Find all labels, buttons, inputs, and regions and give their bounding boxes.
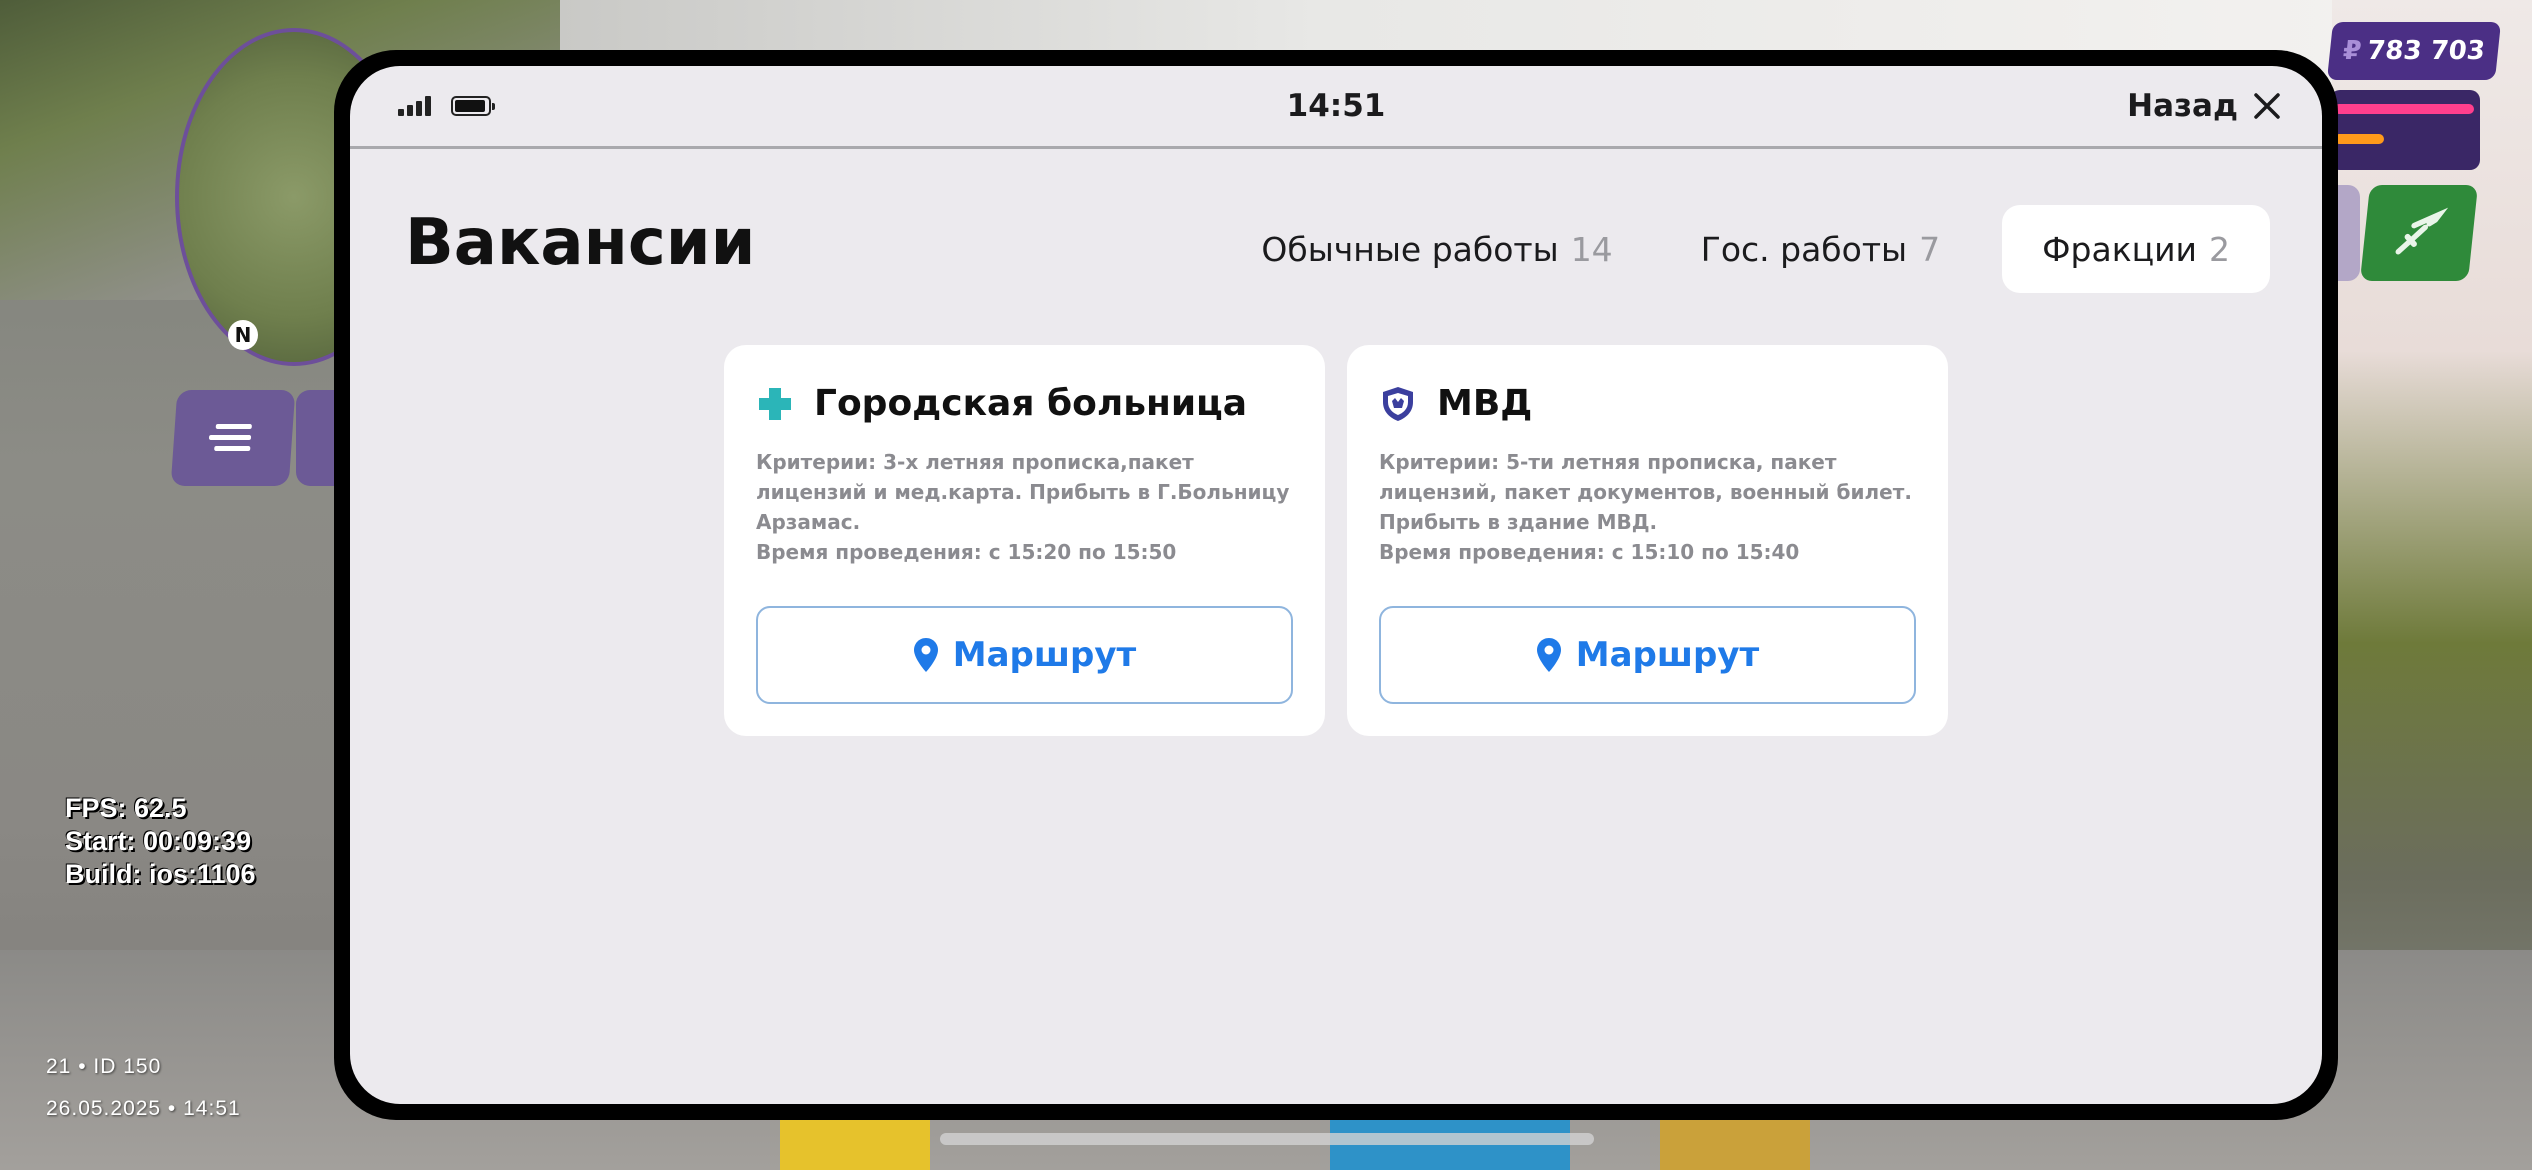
route-button[interactable]: Маршрут	[756, 606, 1293, 704]
health-bar	[2334, 104, 2474, 114]
card-criteria: Критерии: 3-х летняя прописка,пакет лице…	[756, 450, 1290, 534]
route-button-label: Маршрут	[1575, 635, 1760, 675]
phone-status-bar: 14:51 Назад	[350, 66, 2322, 149]
card-schedule: Время проведения: с 15:20 по 15:50	[756, 540, 1177, 564]
back-button-label: Назад	[2127, 88, 2238, 124]
card-title: Городская больница	[814, 383, 1248, 424]
close-icon	[2254, 93, 2280, 119]
card-header: Городская больница	[756, 383, 1247, 424]
weapon-button[interactable]	[2359, 185, 2479, 281]
card-schedule: Время проведения: с 15:10 по 15:40	[1379, 540, 1800, 564]
route-button-label: Маршрут	[952, 635, 1137, 675]
card-header: МВД	[1379, 383, 1532, 424]
tab-count: 2	[2209, 229, 2230, 269]
vacancy-card-hospital: Городская больница Критерии: 3-х летняя …	[724, 345, 1325, 736]
hamburger-icon	[208, 424, 252, 451]
status-bars-panel	[2330, 90, 2480, 170]
card-criteria: Критерии: 5-ти летняя прописка, пакет ли…	[1379, 450, 1912, 534]
weapon-icon	[2395, 207, 2449, 255]
armor-bar	[2334, 134, 2384, 144]
tab-count: 14	[1570, 229, 1613, 269]
datetime-text: 26.05.2025 • 14:51	[46, 1097, 241, 1120]
phone-frame: 14:51 Назад Вакансии Обычные работы 14 Г…	[334, 50, 2338, 1120]
compass-north-icon: N	[228, 320, 258, 350]
tab-regular-jobs[interactable]: Обычные работы 14	[1235, 205, 1638, 293]
vacancy-tabs: Обычные работы 14 Гос. работы 7 Фракции …	[1235, 205, 2270, 293]
tab-label: Обычные работы	[1261, 229, 1559, 269]
money-value: 783 703	[2365, 36, 2487, 66]
vacancy-cards: Городская больница Критерии: 3-х летняя …	[724, 345, 1948, 736]
money-badge: ₽ 783 703	[2326, 22, 2502, 80]
medical-cross-icon	[759, 387, 791, 420]
tab-factions[interactable]: Фракции 2	[2002, 205, 2270, 293]
location-pin-icon	[913, 638, 938, 672]
build-text: Build: ios:1106	[65, 859, 256, 889]
route-button[interactable]: Маршрут	[1379, 606, 1916, 704]
tab-label: Гос. работы	[1700, 229, 1908, 269]
phone-screen: 14:51 Назад Вакансии Обычные работы 14 Г…	[350, 66, 2322, 1104]
card-title: МВД	[1437, 383, 1533, 424]
police-shield-icon	[1383, 386, 1413, 421]
debug-overlay: FPS: 62.5 Start: 00:09:39 Build: ios:110…	[65, 792, 256, 891]
start-time-text: Start: 00:09:39	[65, 826, 252, 856]
home-indicator[interactable]	[940, 1133, 1594, 1145]
page-title: Вакансии	[405, 206, 756, 280]
fps-text: FPS: 62.5	[65, 793, 187, 823]
phone-clock: 14:51	[1286, 88, 1386, 124]
tab-count: 7	[1919, 229, 1941, 269]
vacancy-card-police: МВД Критерии: 5-ти летняя прописка, паке…	[1347, 345, 1948, 736]
back-button[interactable]: Назад	[2127, 84, 2282, 128]
card-description: Критерии: 3-х летняя прописка,пакет лице…	[756, 447, 1301, 567]
tab-gov-jobs[interactable]: Гос. работы 7	[1675, 205, 1966, 293]
game-menu-button[interactable]	[170, 390, 296, 486]
game-background-object	[1660, 1120, 1810, 1170]
tab-label: Фракции	[2042, 229, 2197, 269]
location-pin-icon	[1536, 638, 1561, 672]
ruble-icon: ₽	[2341, 36, 2363, 66]
card-description: Критерии: 5-ти летняя прописка, пакет ли…	[1379, 447, 1924, 567]
player-id-text: 21 • ID 150	[46, 1055, 162, 1078]
